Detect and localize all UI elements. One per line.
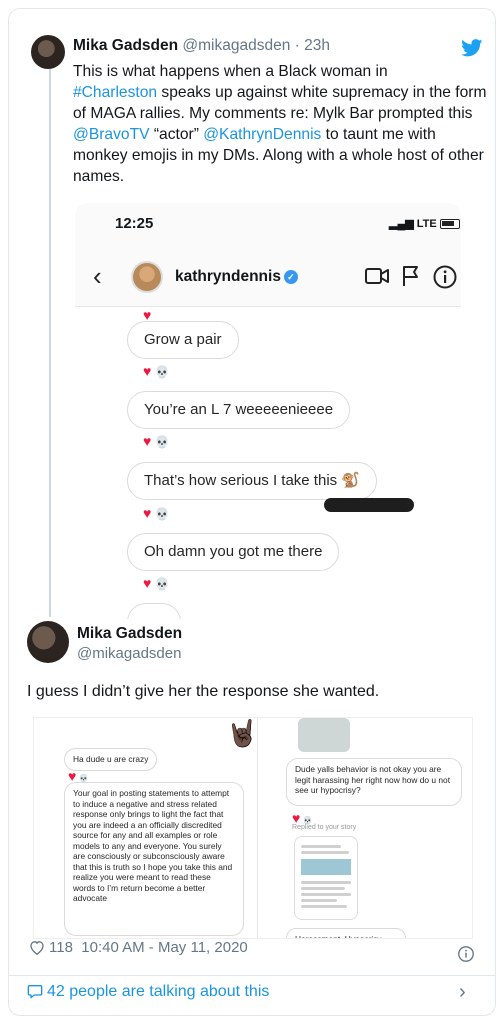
- tweet-stats: 118 10:40 AM - May 11, 2020: [29, 939, 248, 969]
- story-post-thumbnail: [294, 836, 358, 920]
- heart-icon: ♥: [143, 505, 152, 521]
- author-name[interactable]: Mika Gadsden: [77, 625, 182, 643]
- message-bubble: That’s how serious I take this 🐒: [127, 462, 377, 500]
- heart-icon: ♥: [143, 363, 152, 379]
- divider: [9, 975, 495, 976]
- dm-username: kathryndennis ✓: [175, 268, 298, 286]
- message-reaction: ♥ 💀: [143, 575, 170, 591]
- dm-header: ‹ kathryndennis ✓: [75, 247, 461, 307]
- text-line: [301, 887, 345, 890]
- tweet-timestamp[interactable]: 10:40 AM - May 11, 2020: [81, 939, 248, 956]
- signal-indicator: ▂▄▆ LTE: [389, 217, 460, 230]
- dm-screenshot-image[interactable]: 12:25 ▂▄▆ LTE ‹ kathryndennis ✓ ♥ Grow a…: [75, 203, 461, 619]
- tweet-card: Mika Gadsden @mikagadsden · 23h This is …: [8, 8, 496, 1016]
- network-label: LTE: [416, 218, 437, 230]
- dm-username-text: kathryndennis: [175, 268, 281, 285]
- battery-icon: [439, 219, 460, 230]
- heart-outline-icon[interactable]: [29, 940, 45, 955]
- tweet-header: Mika Gadsden @mikagadsden · 23h: [73, 37, 330, 55]
- message-bubble-partial: Harassment. Hypocrisy.: [286, 928, 406, 938]
- message-bubble: Dude yalls behavior is not okay you are …: [286, 758, 462, 806]
- tweet-text-part: This is what happens when a Black woman …: [73, 63, 388, 80]
- post-image: [301, 859, 351, 875]
- message-bubble-partial: [127, 603, 181, 619]
- hashtag-link[interactable]: #Charleston: [73, 84, 157, 101]
- message-bubble: Oh damn you got me there: [127, 533, 340, 571]
- collage-left-panel: 🤘🏿 Ha dude u are crazy ♥ 💀 Your goal in …: [34, 718, 259, 938]
- collage-right-panel: Dude yalls behavior is not okay you are …: [274, 718, 472, 938]
- tweet-text: This is what happens when a Black woman …: [73, 61, 487, 187]
- tweet-time[interactable]: 23h: [304, 37, 330, 54]
- conversation-link-label: 42 people are talking about this: [47, 983, 270, 1000]
- message-reaction: ♥ 💀: [143, 505, 170, 521]
- tweet-text: I guess I didn’t give her the response s…: [27, 683, 380, 700]
- video-call-icon: [365, 268, 389, 284]
- verified-badge-icon: ✓: [283, 270, 298, 284]
- twitter-bird-icon[interactable]: [461, 39, 483, 57]
- avatar[interactable]: [31, 35, 65, 69]
- text-line: [301, 893, 351, 896]
- dm-header-icons: [365, 265, 459, 289]
- dm-avatar: [131, 261, 163, 293]
- info-icon[interactable]: [457, 945, 475, 963]
- text-line: [301, 881, 351, 884]
- skull-icon: 💀: [154, 507, 170, 521]
- message-bubble: Your goal in posting statements to attem…: [64, 782, 244, 936]
- message-bubble: You’re an L 7 weeeeenieeee: [127, 391, 351, 429]
- skull-icon: 💀: [154, 435, 170, 449]
- separator-dot: ·: [294, 37, 300, 54]
- hand-sign-icon: 🤘🏿: [226, 718, 259, 748]
- replied-note: Replied to your story: [292, 824, 357, 831]
- phone-status-bar: 12:25 ▂▄▆ LTE: [75, 203, 461, 247]
- tweet-text-part: “actor”: [149, 126, 204, 143]
- info-circle-icon: [433, 265, 457, 289]
- back-chevron-icon: ‹: [93, 261, 102, 291]
- text-line: [301, 905, 347, 908]
- mention-link-bravotv[interactable]: @BravoTV: [73, 126, 150, 143]
- redaction-bar: [324, 498, 414, 512]
- heart-icon: ♥: [143, 433, 152, 449]
- skull-icon: 💀: [154, 365, 170, 379]
- chevron-right-icon[interactable]: ›: [459, 981, 466, 1004]
- thread-connector-line: [49, 69, 51, 617]
- conversation-link[interactable]: 42 people are talking about this: [27, 983, 269, 1001]
- message-reaction: ♥ 💀: [143, 433, 170, 449]
- story-thumbnail: [298, 718, 350, 752]
- text-line: [301, 899, 337, 902]
- mention-link-kathryndennis[interactable]: @KathrynDennis: [203, 126, 321, 143]
- signal-bars-icon: ▂▄▆: [389, 218, 414, 230]
- flag-icon: [403, 266, 418, 286]
- text-line: [301, 845, 341, 848]
- reply-bubble-icon: [27, 985, 43, 999]
- text-line: [301, 851, 349, 854]
- heart-icon: ♥: [143, 575, 152, 591]
- author-name[interactable]: Mika Gadsden: [73, 37, 178, 54]
- author-handle[interactable]: @mikagadsden: [77, 645, 181, 662]
- author-handle[interactable]: @mikagadsden: [182, 37, 290, 54]
- phone-clock: 12:25: [115, 215, 154, 232]
- skull-icon: 💀: [154, 577, 170, 591]
- like-count[interactable]: 118: [49, 939, 73, 956]
- avatar[interactable]: [27, 621, 69, 663]
- dm-collage-image[interactable]: 🤘🏿 Ha dude u are crazy ♥ 💀 Your goal in …: [33, 717, 473, 939]
- message-reaction: ♥ 💀: [143, 363, 170, 379]
- message-bubble: Grow a pair: [127, 321, 239, 359]
